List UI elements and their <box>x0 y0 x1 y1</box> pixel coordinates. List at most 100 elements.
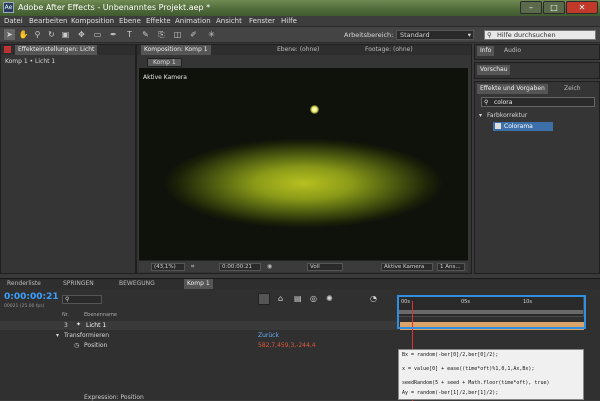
position-value[interactable]: 582,7,459,3,-244,4 <box>258 342 316 349</box>
workspace-label: Arbeitsbereich: <box>344 31 394 39</box>
tab-layer[interactable]: Ebene: (ohne) <box>274 45 322 55</box>
text-tool-icon[interactable]: T <box>124 29 135 40</box>
rotate-tool-icon[interactable]: ↻ <box>46 29 57 40</box>
effects-search-input[interactable]: ⚲ colora <box>481 97 595 107</box>
layer-row[interactable]: 3 ✦ Licht 1 <box>0 321 398 330</box>
col-layer-name: Ebenenname <box>84 312 118 318</box>
roto-brush-tool-icon[interactable]: ✐ <box>188 29 199 40</box>
active-camera-label: Aktive Kamera <box>143 74 187 81</box>
transform-group[interactable]: Transformieren <box>64 332 109 339</box>
graph-editor-icon[interactable]: ◔ <box>370 294 377 303</box>
help-placeholder: Hilfe durchsuchen <box>497 31 556 39</box>
expression-editor[interactable]: Bx = random(-ber[0]/2,ber[0]/2); x = val… <box>398 349 584 400</box>
category-expand-icon[interactable]: ▾ <box>479 112 482 119</box>
tab-springen[interactable]: SPRINGEN <box>60 279 97 289</box>
menu-edit[interactable]: Bearbeiten <box>29 17 67 25</box>
tab-comp-1[interactable]: Komp 1 <box>184 279 213 289</box>
brush-tool-icon[interactable]: ✎ <box>140 29 151 40</box>
menu-window[interactable]: Fenster <box>249 17 275 25</box>
menu-animation[interactable]: Animation <box>175 17 211 25</box>
clone-tool-icon[interactable]: ⎘ <box>156 29 167 40</box>
views-select[interactable]: 1 Ans... <box>437 263 465 271</box>
effects-search-value: colora <box>494 99 513 106</box>
reset-link[interactable]: Zurück <box>258 332 279 339</box>
tab-audio[interactable]: Audio <box>501 46 524 56</box>
effect-label: Colorama <box>504 123 533 130</box>
menu-composition[interactable]: Komposition <box>71 17 114 25</box>
effect-item-colorama[interactable]: Colorama <box>493 122 553 131</box>
effect-controls-panel: Effekteinstellungen: Licht Komp 1 • Lich… <box>0 44 136 274</box>
layer-number: 3 <box>64 322 68 329</box>
layer-name: Licht 1 <box>86 322 107 329</box>
resolution-select[interactable]: Voll <box>307 263 343 271</box>
stopwatch-icon[interactable]: ◷ <box>74 342 79 349</box>
menu-layer[interactable]: Ebene <box>119 17 141 25</box>
viewer-controls: (43,1%) ⌗ 0:00:00:21 ◉ Voll Aktive Kamer… <box>139 260 468 272</box>
search-icon: ⚲ <box>487 31 492 39</box>
menu-help[interactable]: Hilfe <box>281 17 297 25</box>
expression-line: x = value[0] + ease((time*oft)%1,0,1,Ax,… <box>402 366 535 372</box>
motion-blur-icon[interactable]: ◎ <box>310 294 317 303</box>
eraser-tool-icon[interactable]: ◫ <box>172 29 183 40</box>
tab-footage[interactable]: Footage: (ohne) <box>362 45 416 55</box>
effect-icon <box>495 123 501 129</box>
menu-effects[interactable]: Effekte <box>146 17 171 25</box>
app-icon: Ae <box>3 2 14 13</box>
transform-expand-icon[interactable]: ▾ <box>56 332 59 339</box>
selection-tool-icon[interactable]: ➤ <box>4 29 15 40</box>
tools-toolbar: ➤ ✋ ⚲ ↻ ▣ ✥ ▭ ✒ T ✎ ⎘ ◫ ✐ ✳ Arbeitsberei… <box>0 27 600 43</box>
draft-3d-icon[interactable] <box>258 293 270 305</box>
expression-line: Ay = random(-ber[1]/2,ber[1]/2); <box>402 390 499 396</box>
zoom-tool-icon[interactable]: ⚲ <box>32 29 43 40</box>
expression-line: seedRandom(5 + seed + Math.floor(time*of… <box>402 380 550 386</box>
tab-info[interactable]: Info <box>477 46 495 56</box>
timeline-timecode[interactable]: 0:00:00:21 <box>4 292 59 302</box>
camera-tool-icon[interactable]: ▣ <box>60 29 71 40</box>
chevron-down-icon: ▾ <box>467 31 471 39</box>
tab-bewegung[interactable]: BEWEGUNG <box>116 279 158 289</box>
menu-view[interactable]: Ansicht <box>216 17 242 25</box>
brainstorm-icon[interactable]: ✺ <box>326 294 333 303</box>
zoom-select[interactable]: (43,1%) <box>151 263 185 271</box>
time-ruler-frame <box>397 295 586 329</box>
tab-preview[interactable]: Vorschau <box>477 65 511 75</box>
snapshot-icon[interactable]: ◉ <box>267 263 272 270</box>
tab-composition[interactable]: Komposition: Komp 1 <box>141 45 211 55</box>
puppet-tool-icon[interactable]: ✳ <box>206 29 217 40</box>
camera-select[interactable]: Aktive Kamera <box>381 263 433 271</box>
light-point <box>310 105 319 114</box>
pan-behind-tool-icon[interactable]: ✥ <box>76 29 87 40</box>
shy-icon[interactable]: ⌂ <box>278 294 283 303</box>
col-number: Nr. <box>62 312 69 318</box>
category-label[interactable]: Farbkorrektur <box>487 112 527 119</box>
maximize-button[interactable]: □ <box>543 1 565 14</box>
tab-render-queue[interactable]: Renderliste <box>4 279 44 289</box>
hand-tool-icon[interactable]: ✋ <box>18 29 29 40</box>
timeline-timecode-frames: 00021 (25.00 fps) <box>4 304 45 309</box>
timeline-search-input[interactable]: ⚲ <box>62 295 102 304</box>
minimize-button[interactable]: – <box>520 1 542 14</box>
pen-tool-icon[interactable]: ✒ <box>108 29 119 40</box>
effect-controls-tabbar: Effekteinstellungen: Licht <box>1 45 135 55</box>
light-icon: ✦ <box>76 321 82 328</box>
composition-viewer[interactable]: Aktive Kamera <box>139 68 468 260</box>
rectangle-tool-icon[interactable]: ▭ <box>92 29 103 40</box>
tab-effects-presets[interactable]: Effekte und Vorgaben <box>477 84 548 94</box>
help-search-input[interactable]: ⚲ Hilfe durchsuchen <box>484 30 596 40</box>
expression-line: Bx = random(-ber[0]/2,ber[0]/2); <box>402 352 499 358</box>
menu-file[interactable]: Datei <box>4 17 23 25</box>
panel-close-icon[interactable] <box>4 46 11 53</box>
close-button[interactable]: ✕ <box>566 1 598 14</box>
workspace-value: Standard <box>400 31 430 39</box>
tab-character[interactable]: Zeich <box>561 84 584 94</box>
effect-controls-breadcrumb: Komp 1 • Licht 1 <box>5 58 56 65</box>
workspace-select[interactable]: Standard ▾ <box>396 30 474 40</box>
comp-name-tab[interactable]: Komp 1 <box>147 58 182 67</box>
position-property: Position <box>84 342 108 349</box>
current-time-field[interactable]: 0:00:00:21 <box>219 263 261 271</box>
search-icon: ⚲ <box>65 296 70 303</box>
tab-effect-controls[interactable]: Effekteinstellungen: Licht <box>15 45 98 55</box>
frame-blend-icon[interactable]: ▤ <box>294 294 302 303</box>
menu-bar: Datei Bearbeiten Komposition Ebene Effek… <box>0 16 600 27</box>
grid-icon[interactable]: ⌗ <box>191 263 194 271</box>
